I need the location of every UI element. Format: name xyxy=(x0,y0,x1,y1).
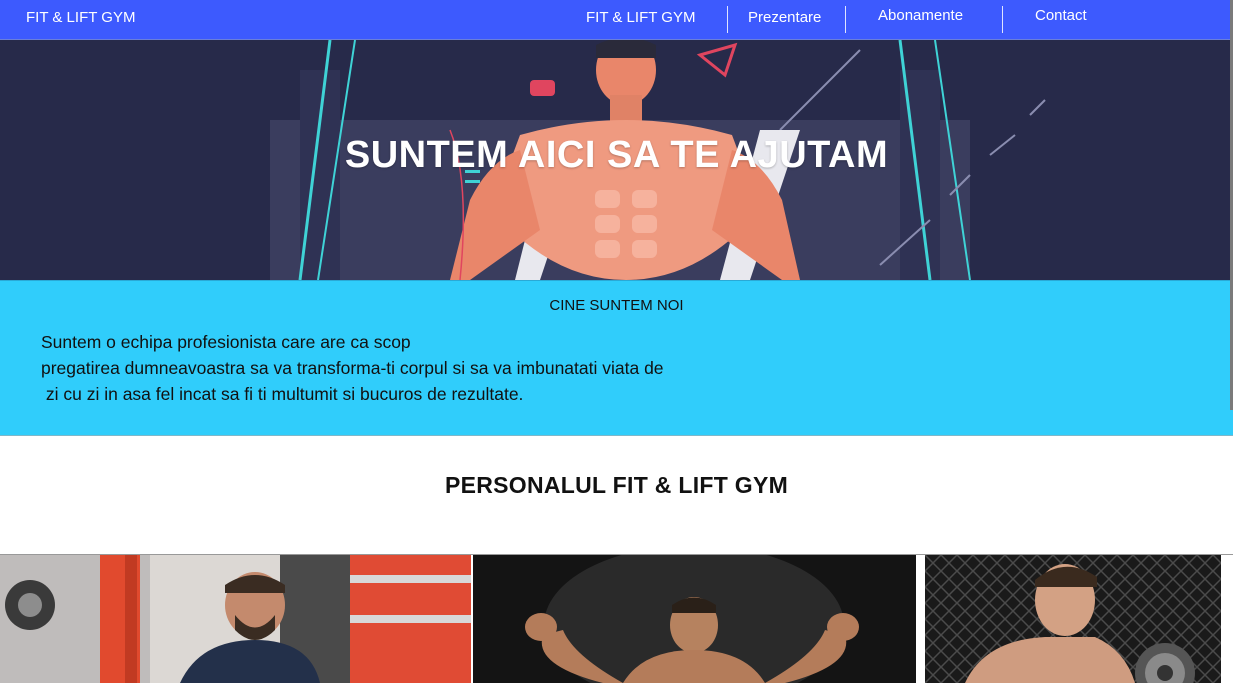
about-description: Suntem o echipa profesionista care are c… xyxy=(41,329,664,407)
nav-item-prezentare[interactable]: Prezentare xyxy=(748,9,821,26)
about-line: Suntem o echipa profesionista care are c… xyxy=(41,332,411,352)
nav-separator xyxy=(1002,6,1003,33)
brand-logo-text[interactable]: FIT & LIFT GYM xyxy=(26,9,135,26)
trainer-photo-2-image xyxy=(473,555,916,683)
about-line: zi cu zi in asa fel incat sa fi ti multu… xyxy=(41,384,524,404)
hero-banner: SUNTEM AICI SA TE AJUTAM xyxy=(0,40,1233,280)
trainer-photo-2 xyxy=(473,555,916,683)
nav-item-home[interactable]: FIT & LIFT GYM xyxy=(586,9,695,26)
nav-item-abonamente[interactable]: Abonamente xyxy=(878,7,963,24)
trainer-photo-3 xyxy=(925,555,1221,683)
nav-item-contact[interactable]: Contact xyxy=(1035,7,1087,24)
nav-separator xyxy=(727,6,728,33)
trainer-photo-1-image xyxy=(0,555,471,683)
about-title: CINE SUNTEM NOI xyxy=(549,297,684,314)
trainer-photo-1 xyxy=(0,555,471,683)
about-section: CINE SUNTEM NOI Suntem o echipa profesio… xyxy=(0,280,1233,436)
staff-section-title: PERSONALUL FIT & LIFT GYM xyxy=(444,472,789,498)
hero-title: SUNTEM AICI SA TE AJUTAM xyxy=(344,134,889,176)
top-navbar: FIT & LIFT GYM FIT & LIFT GYM Prezentare… xyxy=(0,0,1233,40)
about-line: pregatirea dumneavoastra sa va transform… xyxy=(41,358,664,378)
trainer-photo-3-image xyxy=(925,555,1221,683)
nav-separator xyxy=(845,6,846,33)
